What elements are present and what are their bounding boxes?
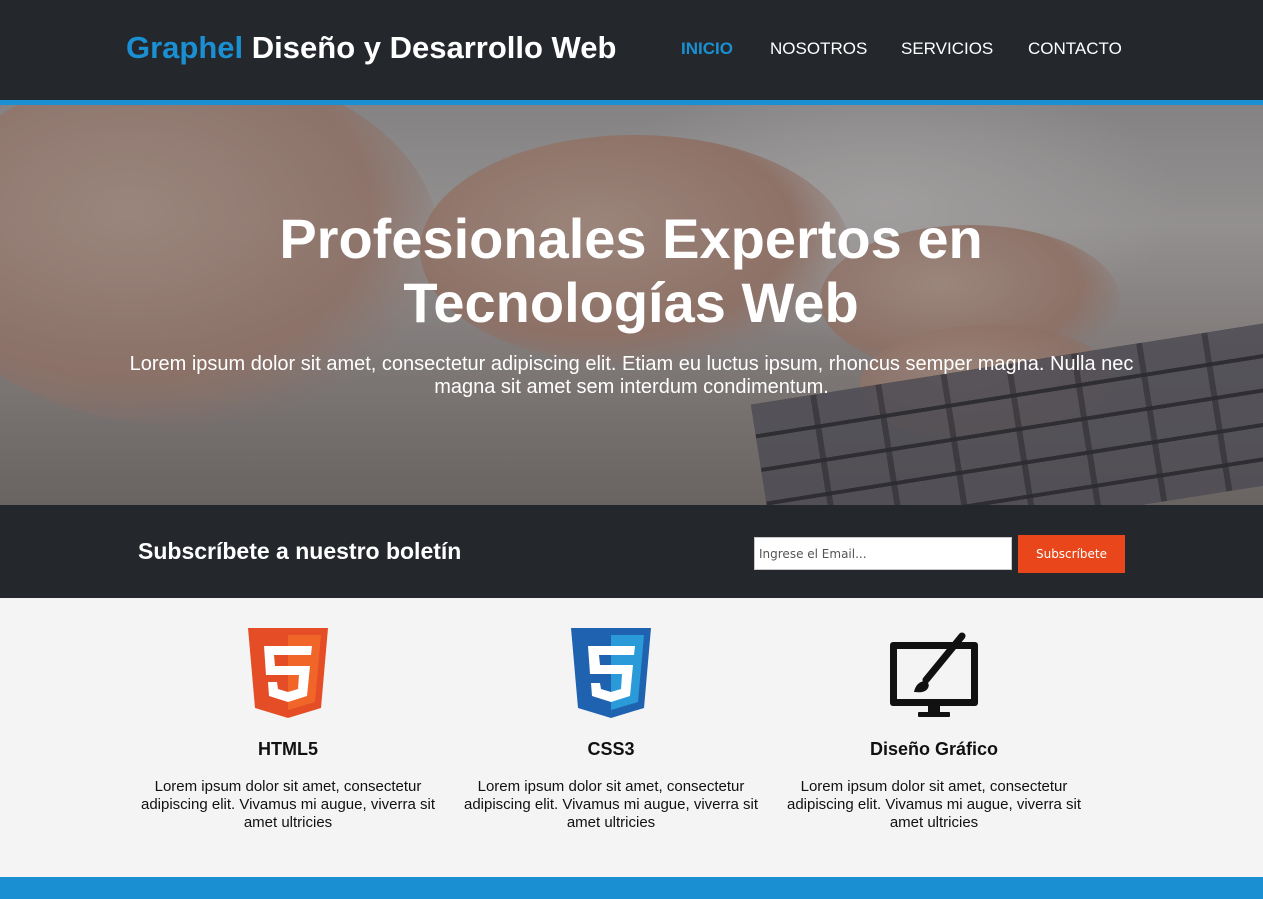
newsletter-title: Subscríbete a nuestro boletín <box>138 538 462 564</box>
footer-bar <box>0 877 1263 899</box>
feature-title: HTML5 <box>258 739 318 759</box>
subscribe-button[interactable]: Subscríbete <box>1018 535 1125 573</box>
nav-link-nosotros[interactable]: NOSOTROS <box>770 39 867 59</box>
html5-icon <box>248 628 328 718</box>
nav-link-servicios[interactable]: SERVICIOS <box>901 39 993 59</box>
site-header: Graphel Diseño y Desarrollo Web INICIO N… <box>0 0 1263 100</box>
features-section: HTML5 Lorem ipsum dolor sit amet, consec… <box>0 598 1263 877</box>
nav-link-inicio[interactable]: INICIO <box>681 39 733 59</box>
newsletter-section: Subscríbete a nuestro boletín Subscríbet… <box>0 505 1263 598</box>
hero-section: Profesionales Expertos en Tecnologías We… <box>0 105 1263 505</box>
email-input[interactable] <box>754 537 1012 570</box>
site-logo[interactable]: Graphel Diseño y Desarrollo Web <box>126 30 616 66</box>
logo-tagline: Diseño y Desarrollo Web <box>251 30 617 65</box>
feature-text: Lorem ipsum dolor sit amet, consectetur … <box>463 778 759 831</box>
hero-text: Lorem ipsum dolor sit amet, consectetur … <box>129 353 1134 398</box>
logo-brand: Graphel <box>126 30 244 65</box>
graphic-design-monitor-icon <box>890 632 978 717</box>
feature-text: Lorem ipsum dolor sit amet, consectetur … <box>140 778 436 831</box>
hero-title: Profesionales Expertos en Tecnologías We… <box>279 207 983 334</box>
feature-text: Lorem ipsum dolor sit amet, consectetur … <box>786 778 1082 831</box>
feature-title: Diseño Gráfico <box>869 739 999 759</box>
css3-icon <box>571 628 651 718</box>
feature-title: CSS3 <box>587 739 635 759</box>
nav-link-contacto[interactable]: CONTACTO <box>1028 39 1122 59</box>
